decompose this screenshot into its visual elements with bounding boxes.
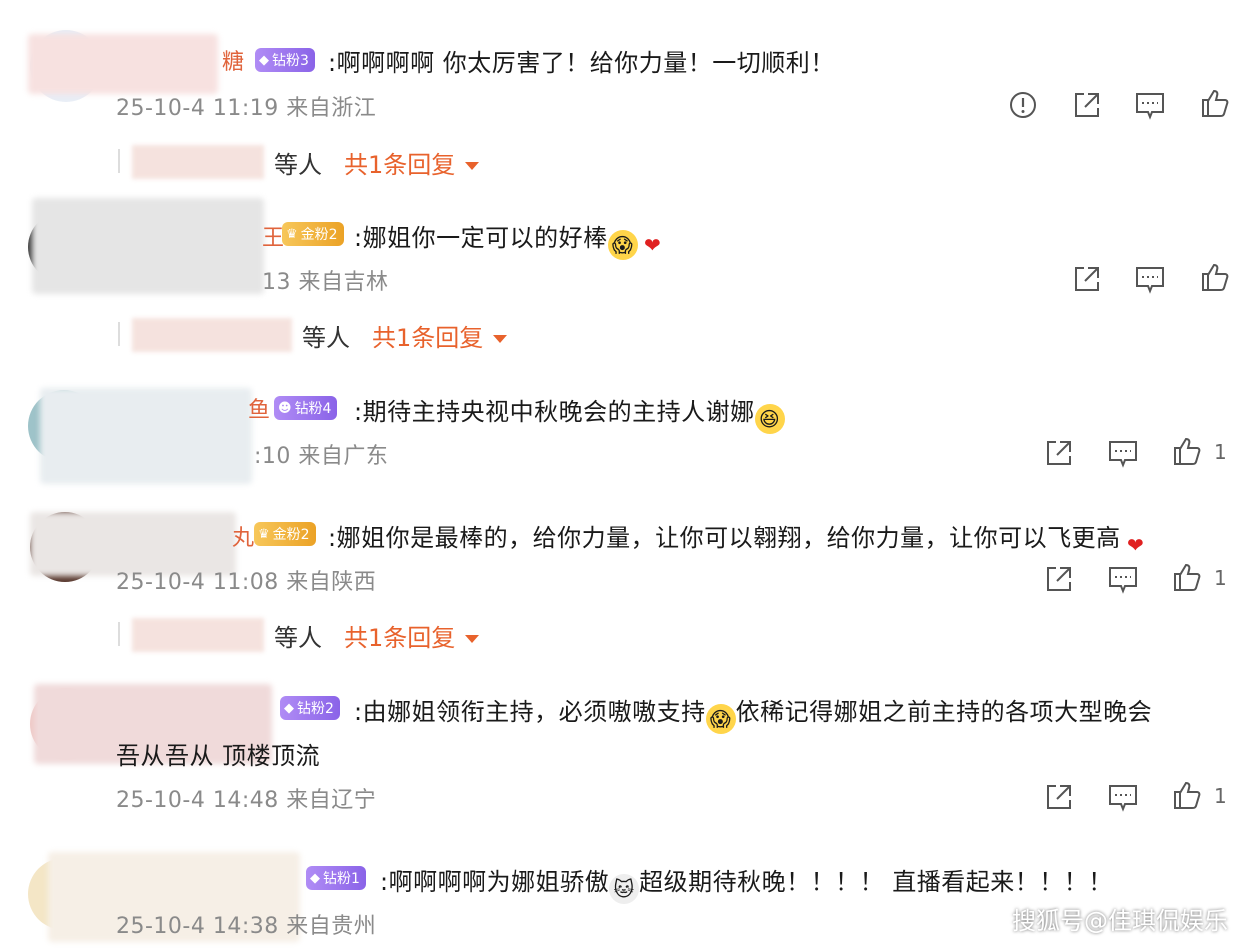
- comment-item: ◆ 钻粉1 :啊啊啊啊为娜姐骄傲 🐱 超级期待秋晚！！！！ 直播看起来！！！！ 25-…: [0, 0, 1250, 952]
- fan-badge: ◆ 钻粉1: [306, 866, 366, 890]
- comment-text: :啊啊啊啊为娜姐骄傲 🐱 超级期待秋晚！！！！ 直播看起来！！！！: [380, 862, 1113, 904]
- comment-meta: 25-10-4 14:38 来自贵州: [116, 914, 377, 939]
- diamond-icon: ◆: [310, 870, 320, 886]
- cat-emoji: 🐱: [609, 874, 640, 904]
- watermark: 搜狐号@佳琪侃娱乐: [1012, 907, 1228, 935]
